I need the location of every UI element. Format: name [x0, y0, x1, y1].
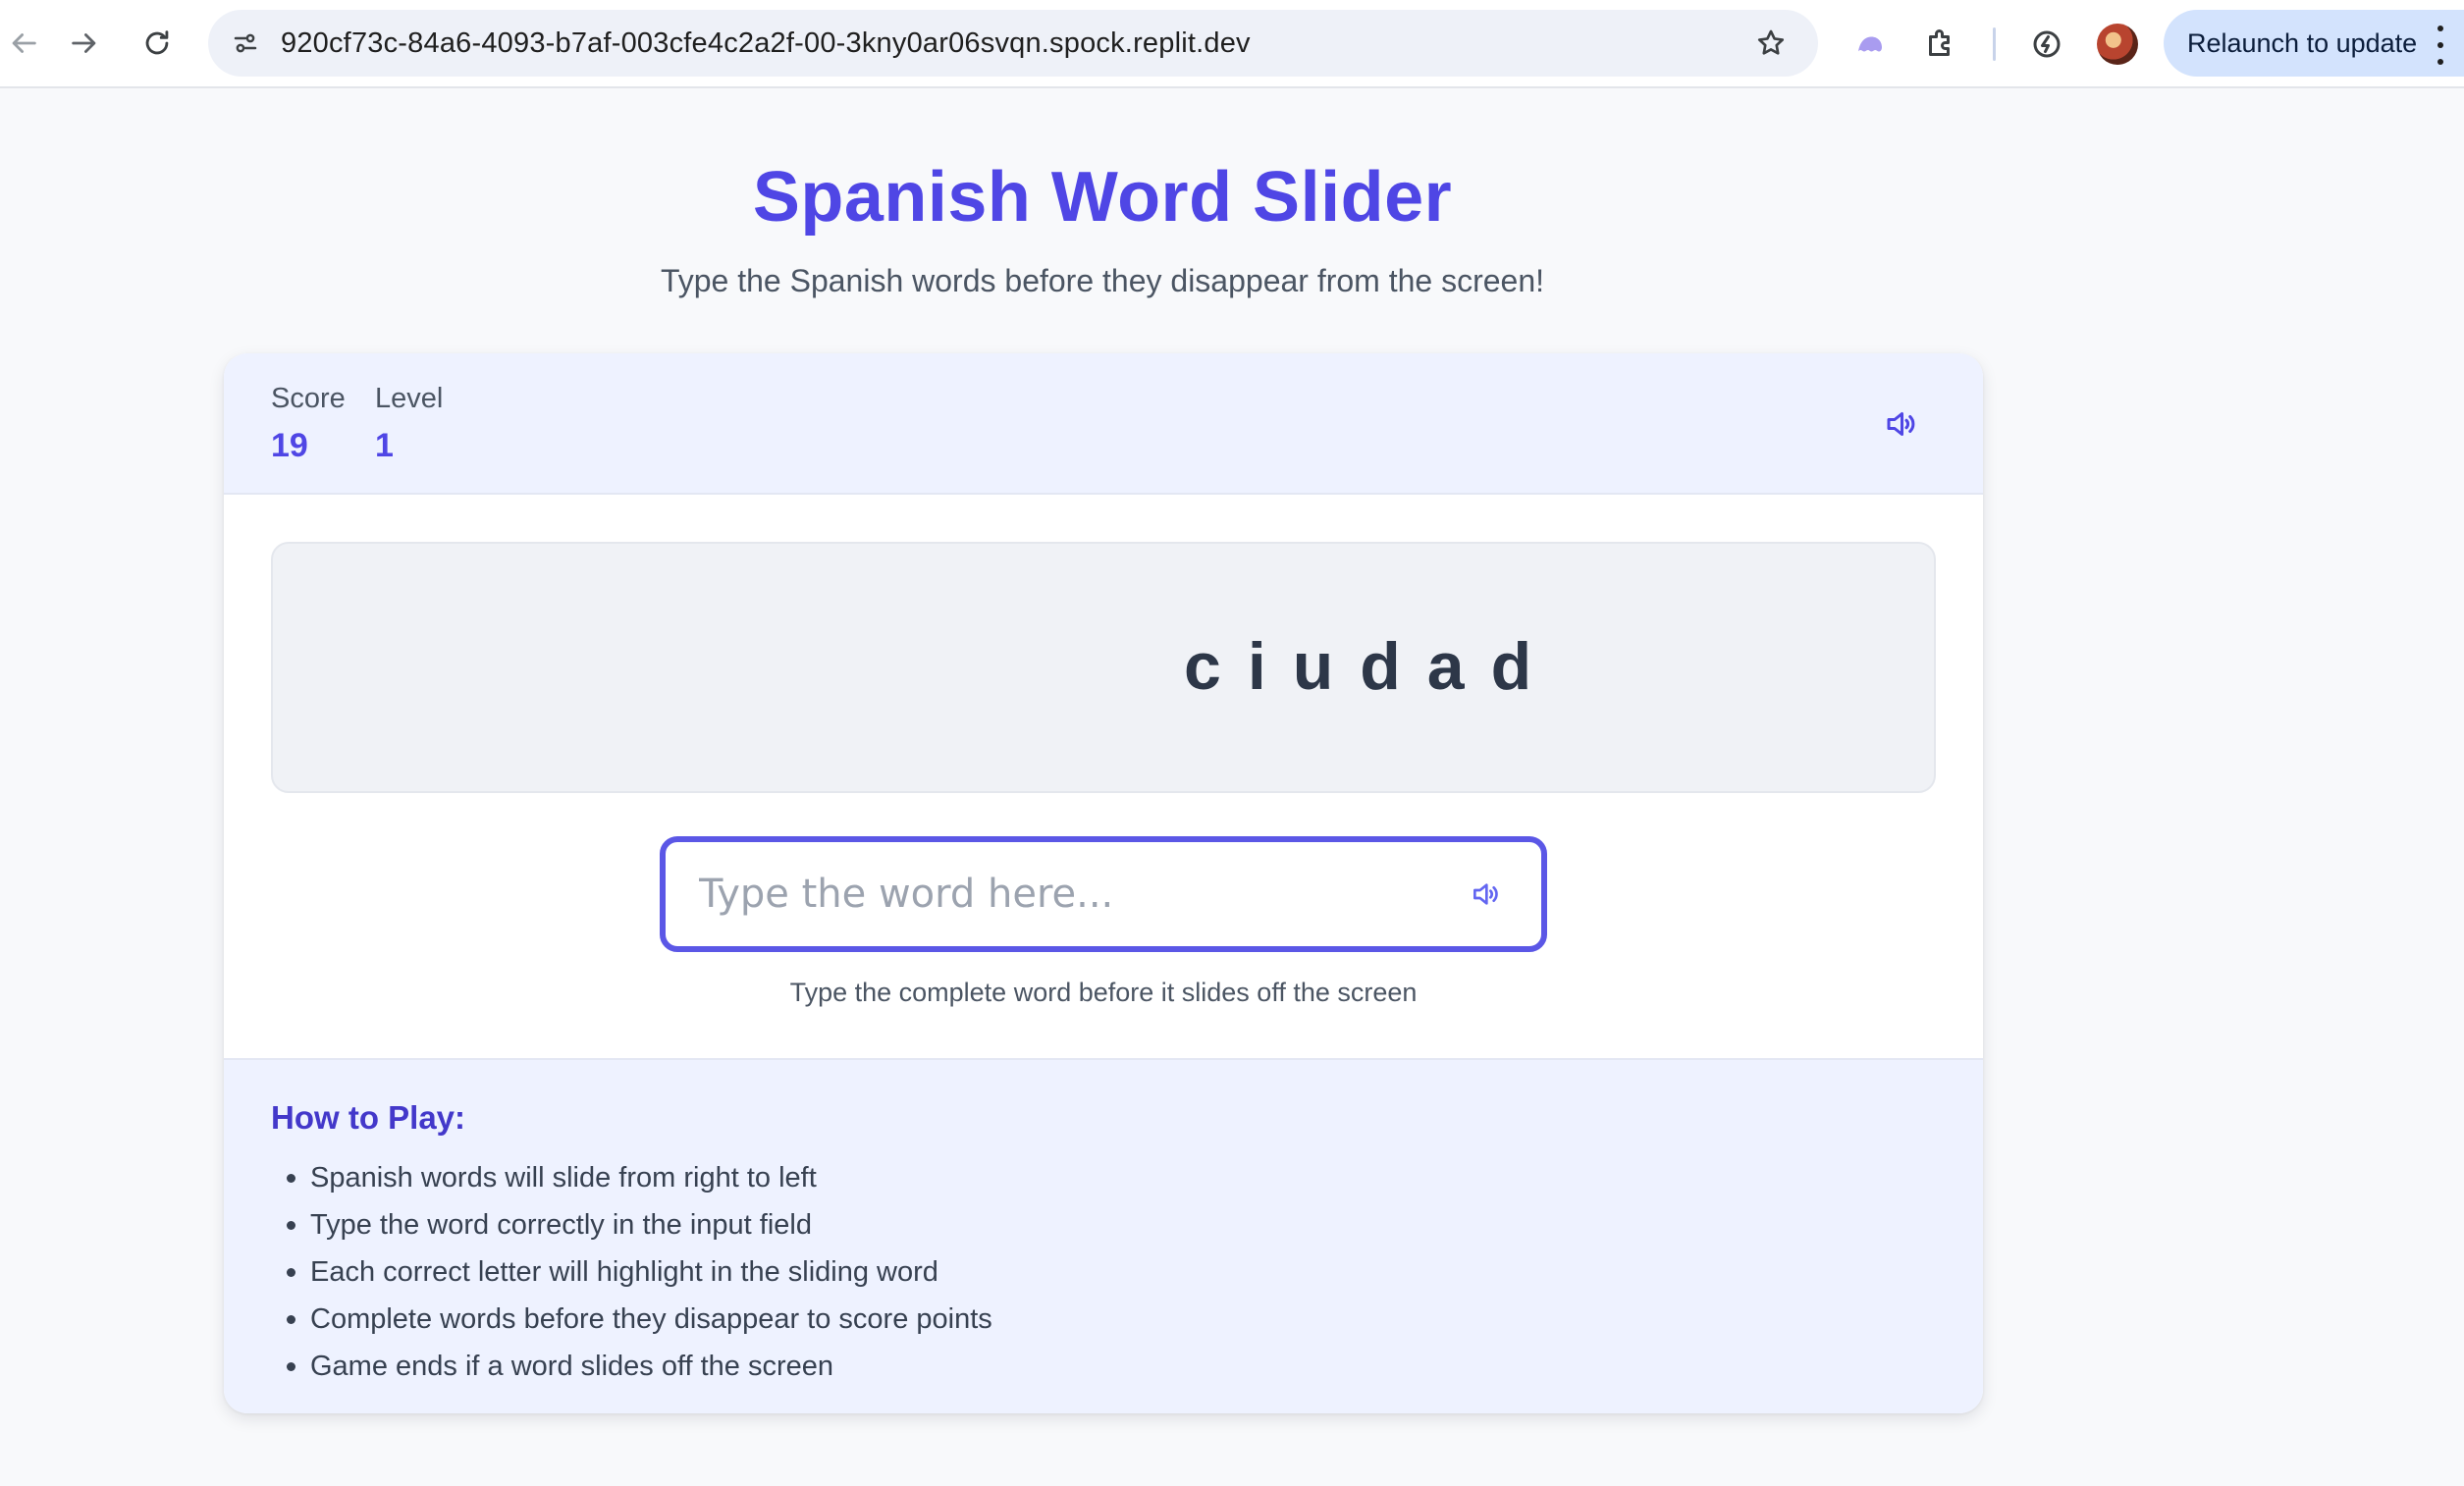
rule-item: Type the word correctly in the input fie…	[271, 1201, 992, 1248]
rule-item: Spanish words will slide from right to l…	[271, 1154, 992, 1201]
input-hint: Type the complete word before it slides …	[789, 978, 1418, 1007]
rule-item: Each correct letter will highlight in th…	[271, 1248, 992, 1296]
performance-icon[interactable]	[2024, 22, 2069, 67]
how-to-play-title: How to Play:	[271, 1099, 466, 1136]
more-menu-icon[interactable]	[2429, 26, 2452, 65]
rule-item: Complete words before they disappear to …	[271, 1296, 992, 1343]
url-text[interactable]: 920cf73c-84a6-4093-b7af-003cfe4c2a2f-00-…	[281, 10, 1251, 77]
stats-header: Score 19 Level 1	[224, 353, 1983, 495]
level-label: Level	[375, 383, 444, 414]
back-arrow-icon[interactable]	[0, 20, 47, 67]
profile-avatar[interactable]	[2097, 24, 2138, 65]
toolbar-divider	[1993, 27, 1996, 61]
extensions-puzzle-icon[interactable]	[1918, 22, 1963, 67]
forward-arrow-icon[interactable]	[61, 20, 108, 67]
level-value: 1	[375, 427, 394, 464]
address-bar[interactable]: 920cf73c-84a6-4093-b7af-003cfe4c2a2f-00-…	[208, 10, 1818, 77]
how-to-play-panel: How to Play: Spanish words will slide fr…	[224, 1058, 1983, 1413]
rules-list: Spanish words will slide from right to l…	[271, 1154, 992, 1390]
sliding-word: ciudad	[1184, 629, 1559, 704]
speaker-icon[interactable]	[1879, 402, 1922, 446]
word-slide-track: ciudad	[271, 542, 1936, 793]
site-info-icon[interactable]	[226, 24, 265, 63]
word-input-container	[660, 836, 1547, 952]
pronounce-speaker-icon[interactable]	[1465, 874, 1506, 915]
page-subtitle: Type the Spanish words before they disap…	[660, 263, 1545, 298]
score-stat: Score 19	[271, 383, 346, 465]
rule-item: Game ends if a word slides off the scree…	[271, 1343, 992, 1390]
word-input[interactable]	[666, 842, 1541, 946]
reload-icon[interactable]	[134, 20, 181, 67]
relaunch-to-update-button[interactable]: Relaunch to update	[2164, 10, 2464, 77]
bookmark-star-icon[interactable]	[1751, 24, 1791, 63]
extension-ghost-icon[interactable]	[1848, 22, 1893, 67]
score-label: Score	[271, 383, 346, 414]
level-stat: Level 1	[375, 383, 443, 465]
page-title: Spanish Word Slider	[752, 158, 1453, 237]
game-card: Score 19 Level 1 ciudad Type the complet…	[224, 353, 1983, 1413]
score-value: 19	[271, 427, 308, 464]
browser-toolbar: 920cf73c-84a6-4093-b7af-003cfe4c2a2f-00-…	[0, 0, 2464, 88]
